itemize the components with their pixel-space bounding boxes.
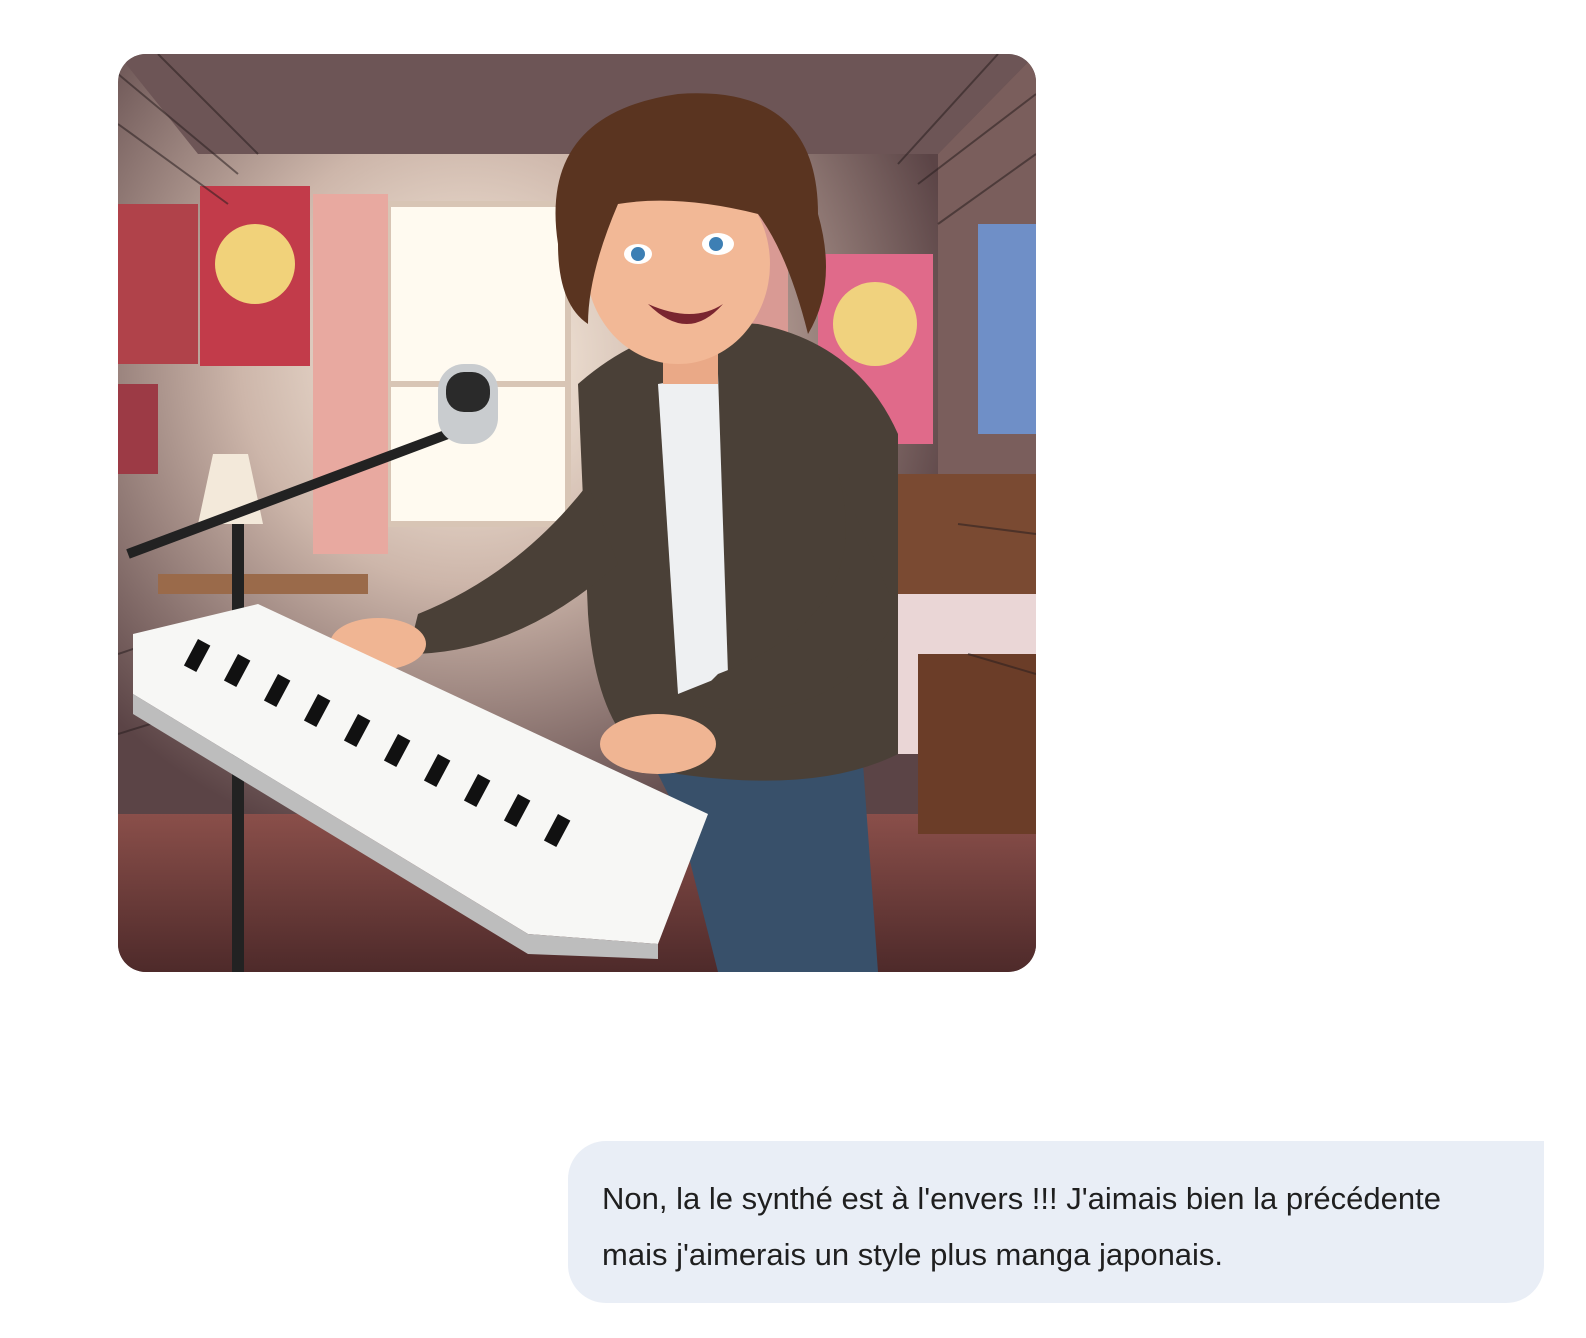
generated-image[interactable] — [118, 54, 1036, 972]
user-message-text: Non, la le synthé est à l'envers !!! J'a… — [602, 1181, 1441, 1272]
user-message-bubble: Non, la le synthé est à l'envers !!! J'a… — [568, 1141, 1544, 1303]
synth-player-illustration — [118, 54, 1036, 972]
chat-page: Non, la le synthé est à l'envers !!! J'a… — [0, 0, 1586, 1338]
